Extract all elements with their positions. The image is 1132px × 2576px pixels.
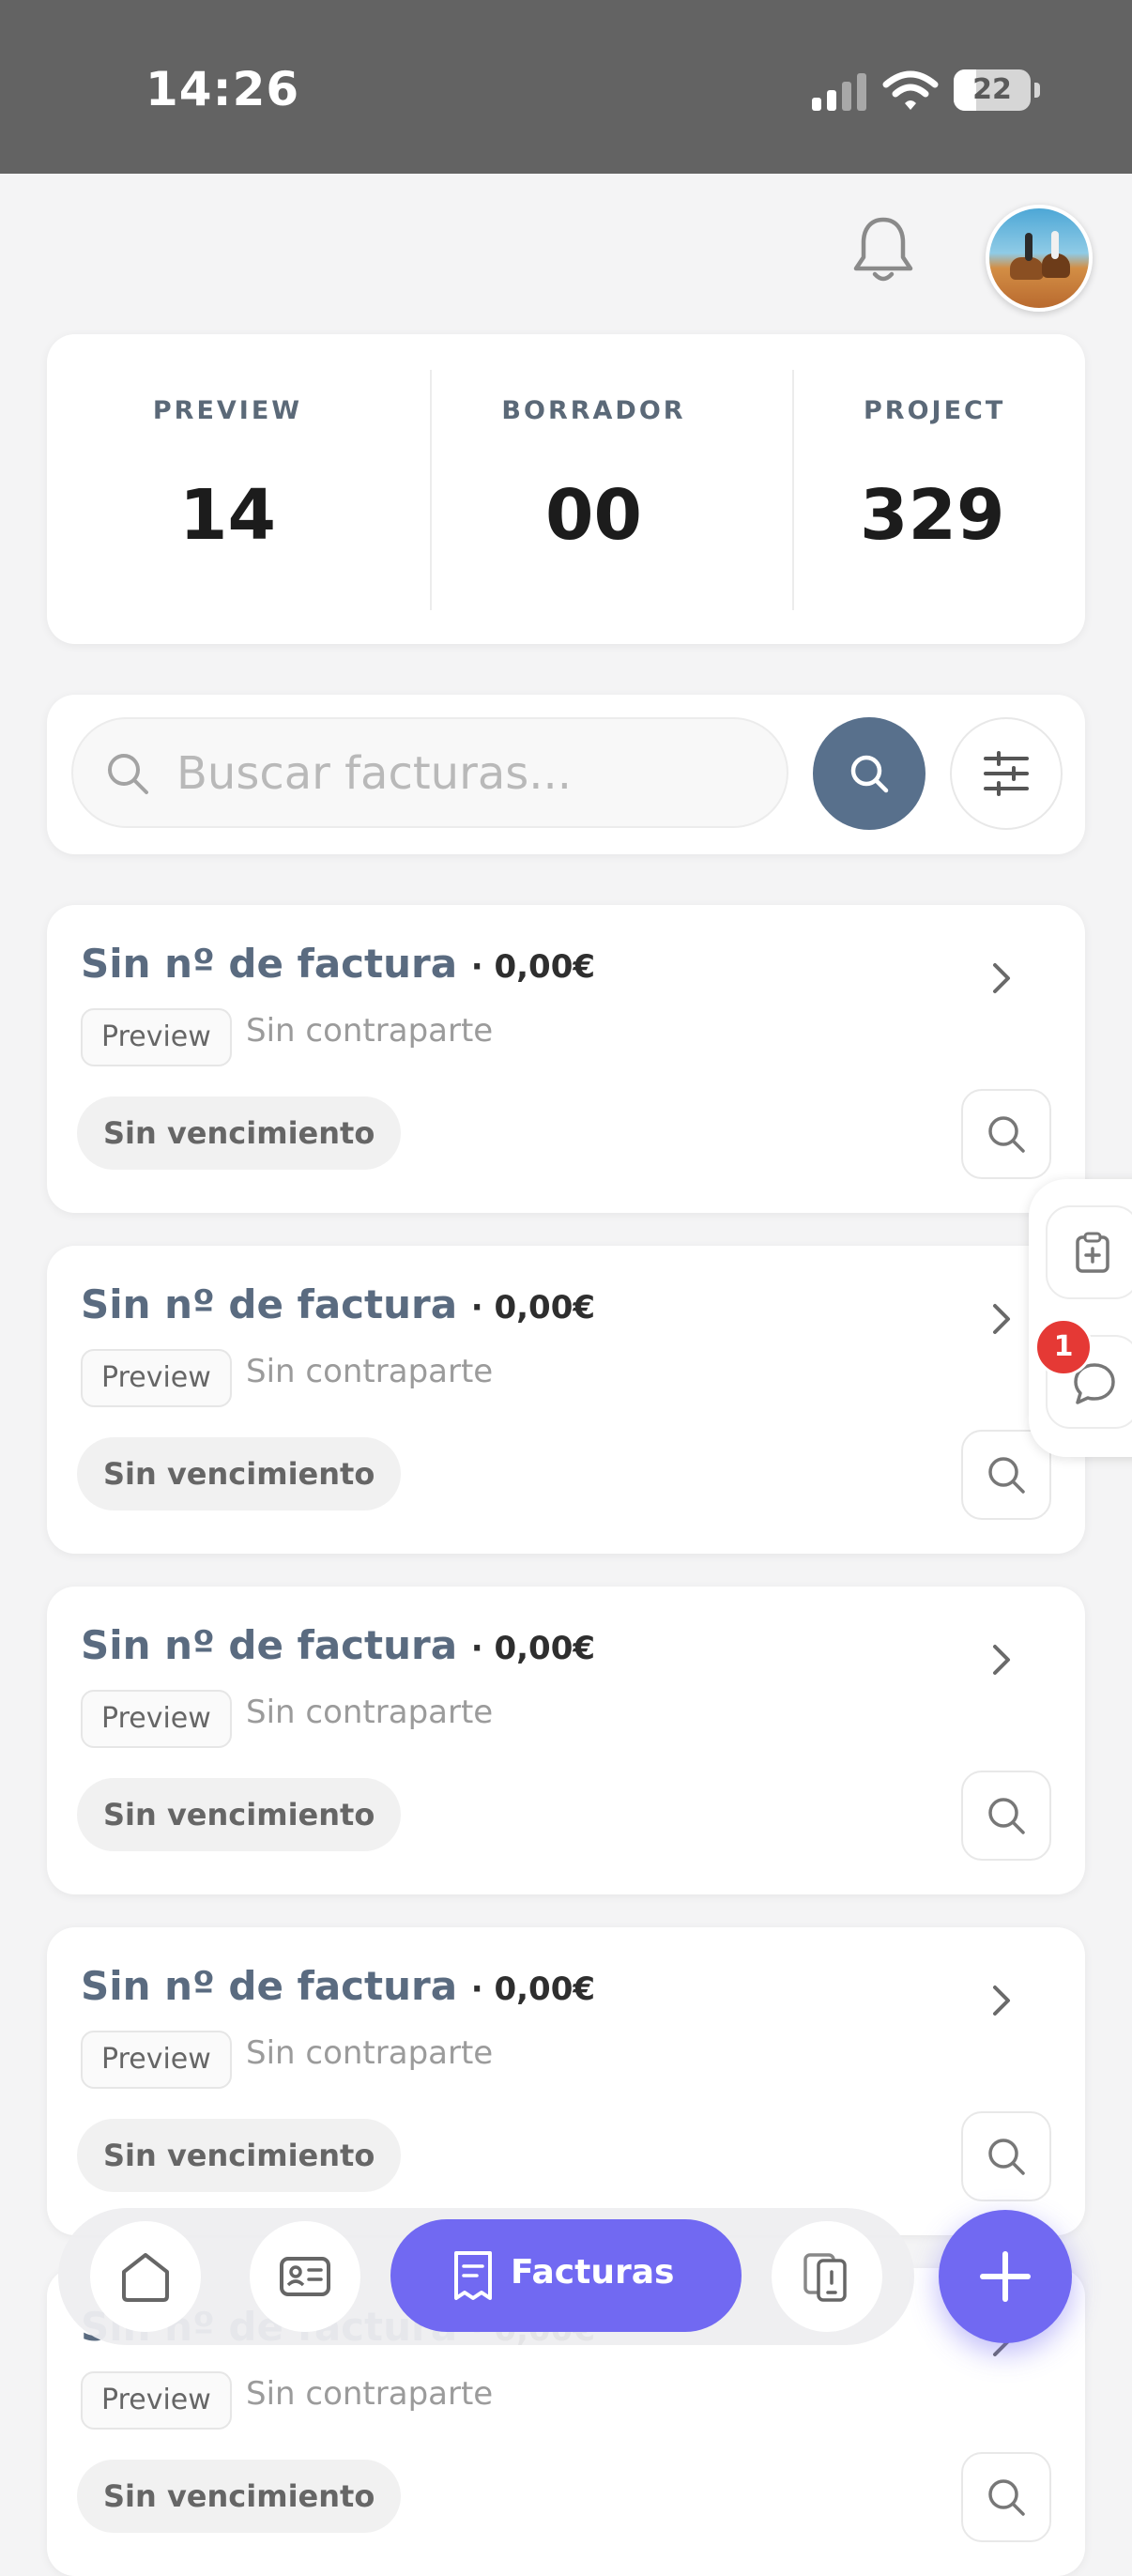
invoice-number: Sin nº de factura xyxy=(81,1622,458,1668)
sliders-icon xyxy=(984,751,1029,796)
nav-facturas[interactable]: Facturas xyxy=(390,2219,742,2332)
invoice-amount: · 0,00€ xyxy=(470,1970,596,2008)
status-badge: Preview xyxy=(81,1349,232,1407)
receipt-icon xyxy=(454,2251,492,2300)
invoice-card[interactable]: Sin nº de factura · 0,00€ Preview Sin co… xyxy=(47,1246,1085,1554)
nav-contacts[interactable] xyxy=(250,2221,360,2332)
chevron-right-icon[interactable] xyxy=(987,959,1016,997)
invoice-number: Sin nº de factura xyxy=(81,1281,458,1327)
due-date-chip: Sin vencimiento xyxy=(77,1096,402,1170)
id-card-icon xyxy=(280,2257,330,2296)
search-icon xyxy=(988,2139,1025,2175)
nav-active-label: Facturas xyxy=(511,2253,675,2292)
search-card xyxy=(47,695,1085,854)
search-icon xyxy=(108,754,148,794)
stat-preview[interactable]: PREVIEW 14 xyxy=(47,334,408,644)
side-toolbar xyxy=(1029,1179,1132,1457)
stat-borrador[interactable]: BORRADOR 00 xyxy=(413,334,774,644)
divider xyxy=(792,370,794,610)
clipboard-plus-icon xyxy=(1076,1232,1109,1273)
search-box[interactable] xyxy=(71,717,788,828)
wifi-icon xyxy=(882,70,939,110)
status-badge: Preview xyxy=(81,2371,232,2430)
clipboard-add-button[interactable] xyxy=(1046,1205,1132,1299)
status-bar: 14:26 22 xyxy=(0,0,1132,174)
bottom-nav: Facturas xyxy=(58,2208,914,2345)
invoice-preview-button[interactable] xyxy=(961,1089,1051,1179)
chevron-right-icon[interactable] xyxy=(987,1982,1016,2019)
filter-button[interactable] xyxy=(950,717,1063,830)
search-icon xyxy=(988,1798,1025,1834)
invoice-title-line: Sin nº de factura · 0,00€ xyxy=(81,1963,595,2009)
counterparty: Sin contraparte xyxy=(246,1694,494,1731)
battery-level: 22 xyxy=(972,73,1012,106)
home-icon xyxy=(122,2253,169,2302)
battery-icon: 22 xyxy=(954,69,1040,111)
chevron-right-icon[interactable] xyxy=(987,1641,1016,1679)
counterparty: Sin contraparte xyxy=(246,1353,494,1390)
stat-label: BORRADOR xyxy=(501,396,686,425)
stats-card: PREVIEW 14 BORRADOR 00 PROJECT 329 xyxy=(47,334,1085,644)
invoice-preview-button[interactable] xyxy=(961,1771,1051,1861)
status-badge: Preview xyxy=(81,1690,232,1748)
invoice-card[interactable]: Sin nº de factura · 0,00€ Preview Sin co… xyxy=(47,1927,1085,2235)
signal-icon xyxy=(812,73,866,111)
search-button[interactable] xyxy=(813,717,925,830)
devices-icon xyxy=(803,2253,847,2302)
counterparty: Sin contraparte xyxy=(246,2375,494,2413)
status-time: 14:26 xyxy=(145,62,300,116)
chevron-right-icon[interactable] xyxy=(987,1300,1016,1338)
invoice-amount: · 0,00€ xyxy=(470,948,596,986)
search-icon xyxy=(988,2479,1025,2516)
invoice-number: Sin nº de factura xyxy=(81,941,458,987)
add-button[interactable] xyxy=(939,2210,1072,2343)
stat-label: PREVIEW xyxy=(152,396,303,425)
search-icon xyxy=(988,1116,1025,1153)
invoice-card[interactable]: Sin nº de factura · 0,00€ Preview Sin co… xyxy=(47,1587,1085,1894)
invoice-title-line: Sin nº de factura · 0,00€ xyxy=(81,1281,595,1327)
due-date-chip: Sin vencimiento xyxy=(77,2119,402,2192)
due-date-chip: Sin vencimiento xyxy=(77,2460,402,2533)
search-icon xyxy=(850,755,889,793)
search-icon xyxy=(988,1457,1025,1494)
invoice-card[interactable]: Sin nº de factura · 0,00€ Preview Sin co… xyxy=(47,905,1085,1213)
nav-home[interactable] xyxy=(90,2221,201,2332)
invoice-amount: · 0,00€ xyxy=(470,1289,596,1326)
counterparty: Sin contraparte xyxy=(246,2034,494,2072)
stat-value: 329 xyxy=(860,475,1005,556)
notification-badge: 1 xyxy=(1034,1318,1093,1376)
invoice-preview-button[interactable] xyxy=(961,2452,1051,2542)
due-date-chip: Sin vencimiento xyxy=(77,1437,402,1510)
stat-value: 14 xyxy=(179,475,276,556)
stat-label: PROJECT xyxy=(864,396,1006,425)
counterparty: Sin contraparte xyxy=(246,1012,494,1050)
stat-project[interactable]: PROJECT 329 xyxy=(798,334,1085,644)
status-badge: Preview xyxy=(81,1008,232,1066)
invoice-preview-button[interactable] xyxy=(961,2111,1051,2201)
due-date-chip: Sin vencimiento xyxy=(77,1778,402,1851)
plus-icon xyxy=(980,2251,1031,2302)
bell-icon[interactable] xyxy=(850,214,916,285)
status-badge: Preview xyxy=(81,2031,232,2089)
search-input[interactable] xyxy=(175,738,760,809)
nav-devices[interactable] xyxy=(772,2221,882,2332)
invoice-amount: · 0,00€ xyxy=(470,1630,596,1667)
invoice-number: Sin nº de factura xyxy=(81,1963,458,2009)
invoice-title-line: Sin nº de factura · 0,00€ xyxy=(81,941,595,987)
stat-value: 00 xyxy=(545,475,642,556)
avatar[interactable] xyxy=(986,205,1093,312)
invoice-title-line: Sin nº de factura · 0,00€ xyxy=(81,1622,595,1668)
